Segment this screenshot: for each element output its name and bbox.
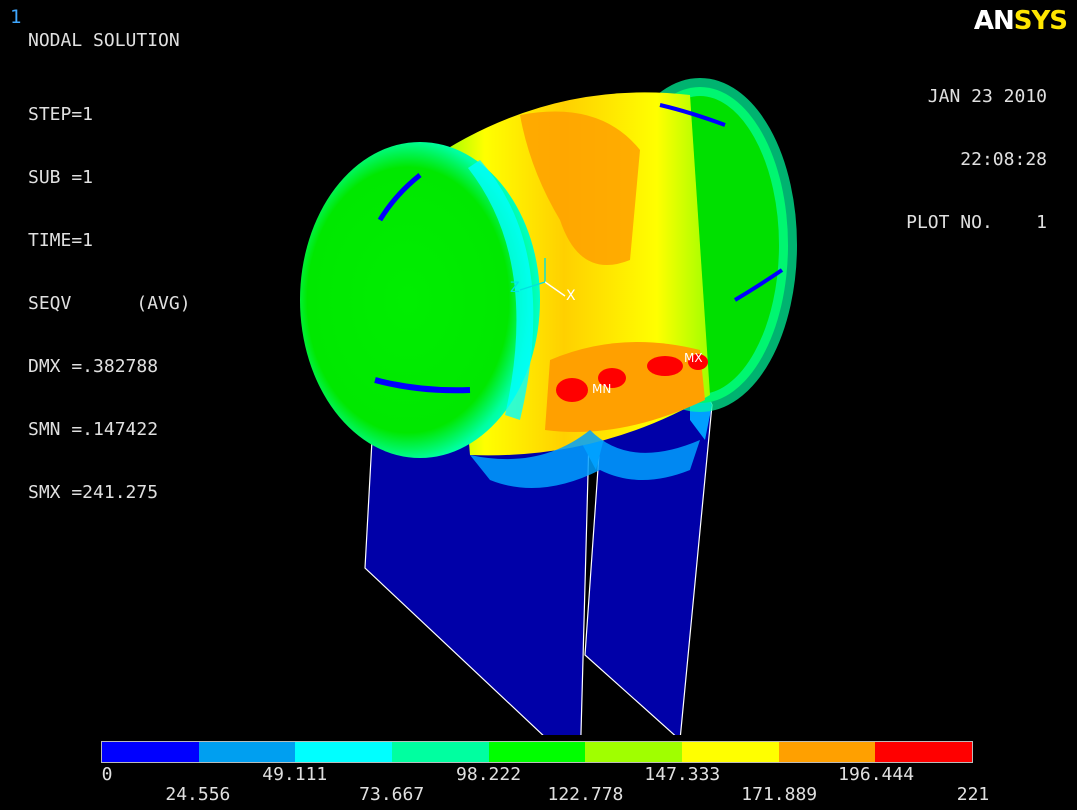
max-marker: MX (684, 351, 703, 365)
left-dome (300, 142, 540, 458)
peak-zone-1 (556, 378, 588, 402)
legend-tick-top-4: 196.444 (838, 764, 915, 785)
legend-tick-bottom-3: 171.889 (741, 784, 818, 805)
axis-x-label: X (566, 288, 576, 304)
legend-tick-bottom-1: 73.667 (359, 784, 425, 805)
legend-tick-bottom-4: 221 (956, 784, 990, 805)
pressure-vessel[interactable] (300, 78, 797, 488)
legend-tick-top-2: 98.222 (456, 764, 522, 785)
legend-band-3 (392, 742, 489, 762)
legend-band-5 (585, 742, 683, 762)
legend-band-0 (102, 742, 199, 762)
legend-band-6 (682, 742, 779, 762)
min-marker: MN (592, 382, 611, 396)
legend-tick-bottom-0: 24.556 (165, 784, 231, 805)
legend-band-7 (778, 742, 876, 762)
peak-zone-3 (647, 356, 683, 376)
legend-band-2 (295, 742, 393, 762)
legend-band-8 (875, 742, 973, 762)
contour-legend (101, 741, 973, 763)
legend-tick-bottom-2: 122.778 (547, 784, 624, 805)
model-viewport[interactable]: X Z MN MX (0, 0, 1077, 735)
legend-band-4 (488, 742, 586, 762)
legend-band-1 (198, 742, 296, 762)
axis-z-label: Z (510, 280, 520, 296)
legend-tick-top-3: 147.333 (644, 764, 721, 785)
legend-tick-top-0: 0 (101, 764, 113, 785)
legend-tick-top-1: 49.111 (262, 764, 328, 785)
